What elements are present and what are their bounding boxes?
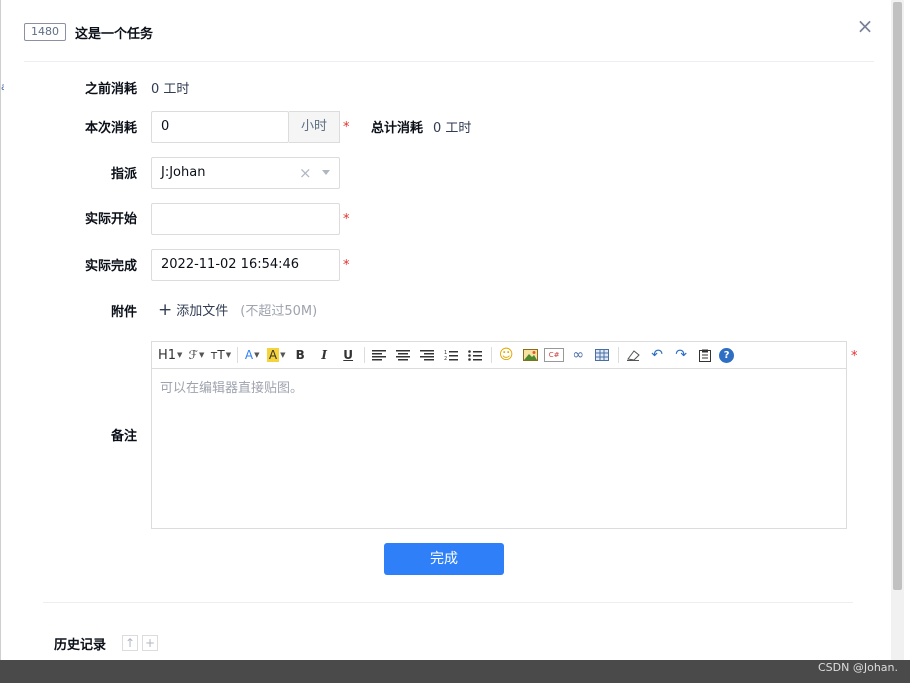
plus-icon: + [158, 299, 173, 320]
assign-label: 指派 [110, 167, 137, 182]
code-icon[interactable]: C# [544, 348, 565, 362]
toolbar-divider [618, 347, 620, 363]
editor-toolbar: H1 ▼ ℱ ▼ тT ▼ A ▼ A ▼ B I U 12 ☺ C# ∞ ↶ … [152, 342, 846, 369]
font-size-button[interactable]: тT ▼ [210, 345, 231, 365]
underline-button[interactable]: U [338, 345, 358, 365]
undo-icon[interactable]: ↶ [647, 345, 667, 365]
actual-start-label: 实际开始 [84, 212, 137, 227]
scrollbar-thumb[interactable] [893, 2, 902, 590]
attachment-label: 附件 [110, 305, 137, 320]
task-dialog: a 1480 这是一个任务 × 之前消耗 0 工时 本次消耗 0 小时 * 总计… [0, 0, 910, 660]
add-file-label: 添加文件 [176, 304, 229, 319]
help-icon[interactable]: ? [719, 347, 735, 363]
close-icon[interactable]: × [855, 16, 875, 36]
actual-finish-label: 实际完成 [84, 259, 137, 274]
actual-start-input[interactable] [151, 203, 340, 235]
header-divider [24, 61, 874, 62]
clear-icon[interactable]: × [299, 164, 312, 182]
required-mark: * [343, 120, 350, 135]
emoji-icon[interactable]: ☺ [496, 345, 516, 365]
before-cost-value: 0 工时 [151, 82, 190, 97]
total-cost-label: 总计消耗 [371, 121, 424, 136]
history-title: 历史记录 [54, 638, 107, 653]
background-edge: a [1, 82, 4, 94]
toolbar-divider [364, 347, 366, 363]
chevron-down-icon[interactable] [322, 170, 330, 175]
arrow-up-icon[interactable]: ↑ [122, 635, 138, 651]
task-id-badge: 1480 [24, 23, 66, 41]
align-right-icon[interactable] [417, 345, 437, 365]
ordered-list-icon[interactable]: 12 [441, 345, 461, 365]
svg-text:2: 2 [444, 356, 447, 361]
total-cost-value: 0 工时 [433, 121, 472, 136]
italic-button[interactable]: I [314, 345, 334, 365]
editor-content[interactable]: 可以在编辑器直接贴图。 [152, 369, 846, 404]
toolbar-divider [237, 347, 239, 363]
link-icon[interactable]: ∞ [568, 345, 588, 365]
background-page-strip [0, 660, 910, 683]
before-cost-label: 之前消耗 [84, 82, 137, 97]
file-size-limit: (不超过50M) [240, 304, 318, 319]
dialog-title: 这是一个任务 [75, 26, 154, 42]
align-center-icon[interactable] [393, 345, 413, 365]
highlight-color-button[interactable]: A ▼ [266, 345, 286, 365]
font-color-button[interactable]: A ▼ [242, 345, 262, 365]
bold-button[interactable]: B [290, 345, 310, 365]
plus-icon[interactable]: + [142, 635, 158, 651]
assign-selected-value: J:Johan [161, 165, 206, 180]
image-icon[interactable] [520, 345, 540, 365]
hour-unit-addon: 小时 [289, 111, 340, 143]
heading-button[interactable]: H1 ▼ [158, 345, 182, 365]
actual-finish-input[interactable]: 2022-11-02 16:54:46 [151, 249, 340, 281]
watermark: CSDN @Johan. [818, 661, 899, 674]
redo-icon[interactable]: ↷ [671, 345, 691, 365]
align-left-icon[interactable] [369, 345, 389, 365]
required-mark: * [343, 212, 350, 227]
submit-button[interactable]: 完成 [384, 543, 504, 575]
add-file-button[interactable]: + 添加文件 (不超过50M) [158, 300, 317, 319]
this-cost-label: 本次消耗 [84, 121, 137, 136]
unordered-list-icon[interactable] [465, 345, 485, 365]
required-mark: * [343, 258, 350, 273]
rich-text-editor[interactable]: H1 ▼ ℱ ▼ тT ▼ A ▼ A ▼ B I U 12 ☺ C# ∞ ↶ … [151, 341, 847, 529]
assign-select[interactable]: J:Johan [151, 157, 340, 189]
font-family-button[interactable]: ℱ ▼ [186, 345, 206, 365]
toolbar-divider [491, 347, 493, 363]
this-cost-input[interactable]: 0 [151, 111, 289, 143]
dialog-header: 1480 这是一个任务 [24, 20, 153, 44]
footer-divider [43, 602, 853, 603]
remark-label: 备注 [110, 429, 137, 444]
required-mark: * [851, 349, 858, 364]
eraser-icon[interactable] [623, 345, 643, 365]
paste-icon[interactable] [695, 345, 715, 365]
table-icon[interactable] [592, 345, 612, 365]
